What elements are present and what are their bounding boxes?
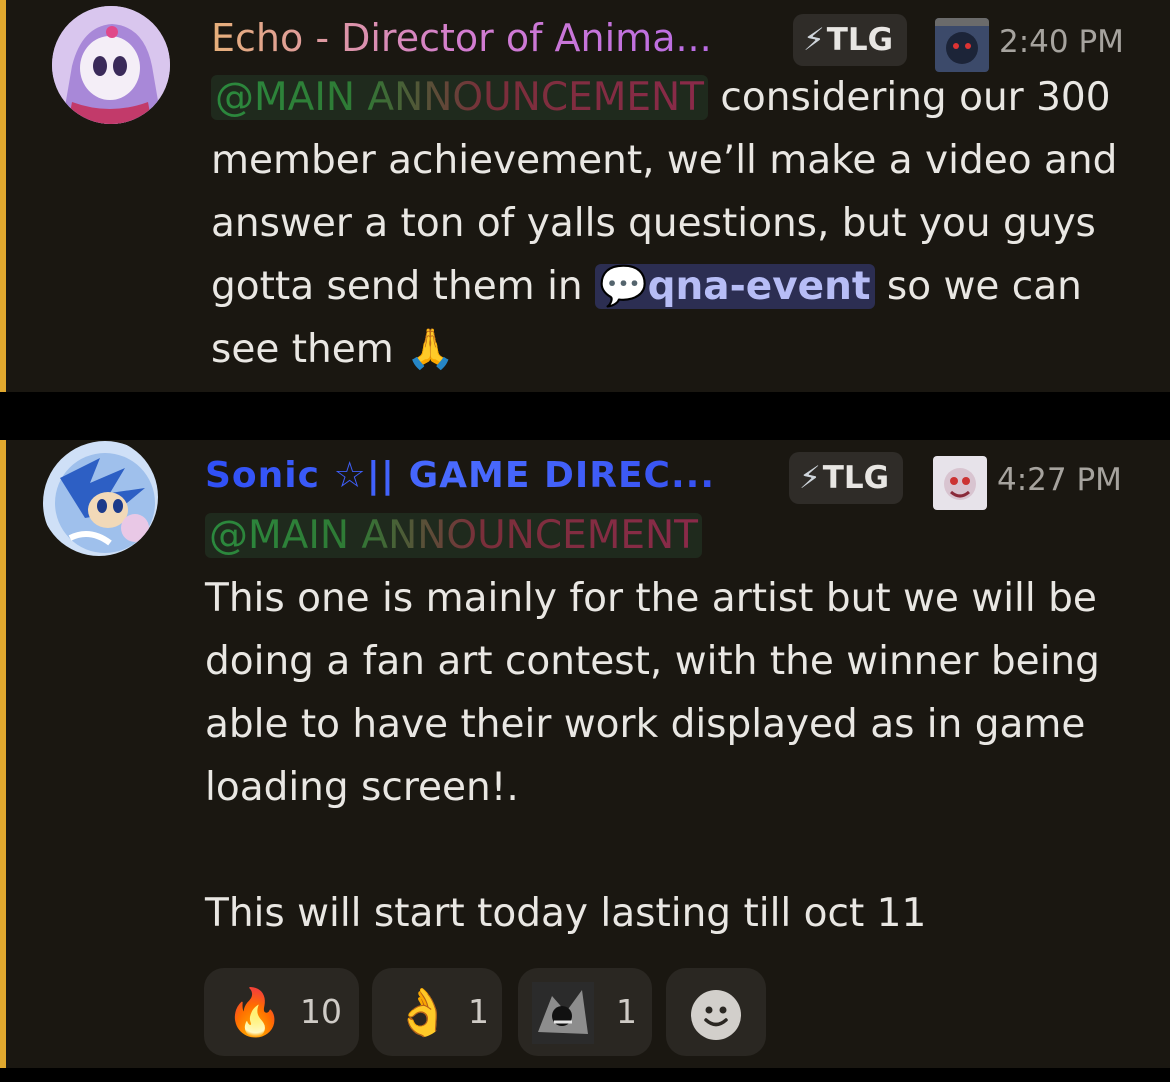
smiley-icon	[691, 990, 741, 1040]
reaction-count: 10	[300, 992, 342, 1031]
role-mention[interactable]: @MAIN ANNOUNCEMENT	[211, 75, 709, 120]
tag-badge-image	[935, 18, 989, 72]
message-content: Sonic ☆|| GAME DIREC... ⚡TLG 4:27 PM @MA…	[205, 448, 1130, 945]
reaction-count: 1	[616, 992, 637, 1031]
tag-badge-image	[933, 456, 987, 510]
reaction-count: 1	[468, 992, 489, 1031]
server-tag[interactable]: ⚡TLG	[793, 14, 908, 66]
message-echo[interactable]: Echo - Director of Anima... ⚡TLG 2:40 PM…	[0, 0, 1170, 392]
avatar-sonic[interactable]	[40, 438, 158, 556]
channel-link[interactable]: 💬qna-event	[595, 264, 875, 309]
pray-emoji: 🙏	[406, 327, 455, 372]
forum-icon: 💬	[599, 264, 648, 309]
username[interactable]: Sonic ☆|| GAME DIREC...	[205, 448, 715, 504]
bolt-icon: ⚡	[799, 460, 821, 496]
message-body: @MAIN ANNOUNCEMENT considering our 300 m…	[211, 75, 1118, 372]
server-tag[interactable]: ⚡TLG	[789, 452, 904, 504]
avatar-echo[interactable]	[52, 6, 170, 124]
timestamp: 2:40 PM	[999, 24, 1124, 60]
reaction-ok-hand[interactable]: 👌 1	[372, 968, 502, 1056]
message-paragraph-1: This one is mainly for the artist but we…	[205, 576, 1100, 810]
ok-hand-emoji: 👌	[394, 985, 452, 1039]
reaction-fire[interactable]: 🔥 10	[204, 968, 359, 1056]
add-reaction-button[interactable]	[666, 968, 766, 1056]
role-mention[interactable]: @MAIN ANNOUNCEMENT	[205, 513, 703, 558]
fire-emoji: 🔥	[226, 985, 284, 1039]
username[interactable]: Echo - Director of Anima...	[211, 10, 712, 66]
reaction-custom[interactable]: 1	[518, 968, 652, 1056]
timestamp: 4:27 PM	[997, 462, 1122, 498]
bolt-icon: ⚡	[803, 22, 825, 58]
custom-emoji-icon	[532, 982, 594, 1044]
message-paragraph-2: This will start today lasting till oct 1…	[205, 891, 927, 936]
